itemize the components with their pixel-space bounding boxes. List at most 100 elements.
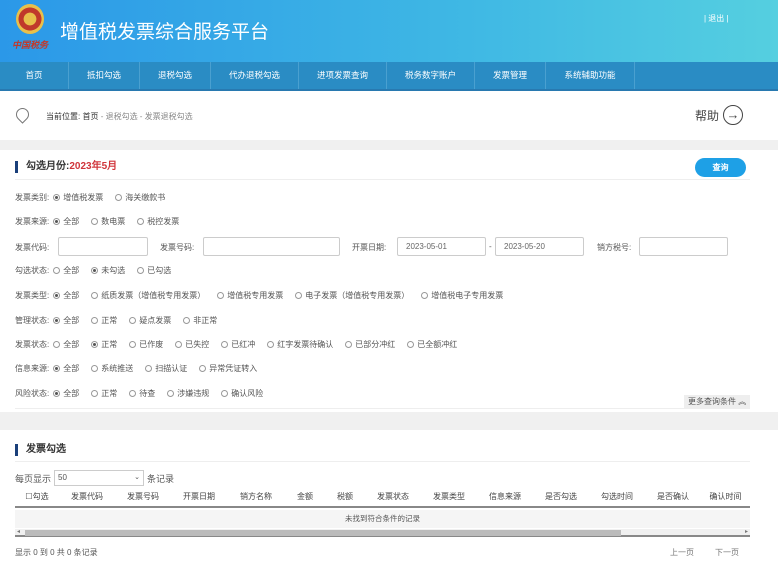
- radio-checked-icon[interactable]: [53, 193, 61, 201]
- info-source-row: 信息来源: 全部 系统推送 扫描认证 异常凭证转入: [15, 361, 269, 375]
- invoice-type-radio[interactable]: 全部: [53, 290, 79, 301]
- nav-system-functions[interactable]: 系统辅助功能: [546, 62, 635, 89]
- invoice-source-radio[interactable]: 全部: [53, 216, 79, 227]
- column-label: 开票日期: [183, 492, 215, 501]
- risk-status-radio[interactable]: 待查: [129, 388, 155, 399]
- invoice-status-radio[interactable]: 已全额冲红: [407, 339, 457, 350]
- manage-status-radio[interactable]: 正常: [91, 315, 117, 326]
- radio-unchecked-icon[interactable]: [199, 364, 207, 372]
- nav-invoice-management[interactable]: 发票管理: [475, 62, 546, 89]
- invoice-status-radio[interactable]: 已失控: [175, 339, 209, 350]
- radio-unchecked-icon[interactable]: [175, 340, 183, 348]
- column-header: 信息来源: [477, 490, 533, 506]
- invoice-status-radio[interactable]: 全部: [53, 339, 79, 350]
- invoice-status-radio[interactable]: 已部分冲红: [345, 339, 395, 350]
- radio-unchecked-icon[interactable]: [183, 316, 191, 324]
- help-button[interactable]: 帮助 →: [695, 105, 744, 125]
- nav-agent-refund-select[interactable]: 代办退税勾选: [211, 62, 299, 89]
- radio-unchecked-icon[interactable]: [91, 316, 99, 324]
- radio-unchecked-icon[interactable]: [53, 266, 61, 274]
- radio-unchecked-icon[interactable]: [421, 291, 429, 299]
- radio-checked-icon[interactable]: [53, 316, 61, 324]
- invoice-status-radio[interactable]: 正常: [91, 339, 117, 350]
- horizontal-scrollbar[interactable]: ◂ ▸: [15, 529, 750, 537]
- radio-unchecked-icon[interactable]: [221, 340, 229, 348]
- info-source-radio[interactable]: 系统推送: [91, 363, 133, 374]
- manage-status-radio[interactable]: 非正常: [183, 315, 217, 326]
- invoice-status-radio[interactable]: 红字发票待确认: [267, 339, 333, 350]
- issue-date-to-input[interactable]: 2023-05-20: [495, 237, 584, 256]
- radio-unchecked-icon[interactable]: [137, 217, 145, 225]
- invoice-number-input[interactable]: [203, 237, 340, 256]
- radio-unchecked-icon[interactable]: [137, 266, 145, 274]
- invoice-source-radio[interactable]: 数电票: [91, 216, 125, 227]
- column-header: 发票类型: [421, 490, 477, 506]
- radio-unchecked-icon[interactable]: [221, 389, 229, 397]
- radio-unchecked-icon[interactable]: [267, 340, 275, 348]
- radio-unchecked-icon[interactable]: [129, 316, 137, 324]
- scroll-right-icon[interactable]: ▸: [745, 528, 748, 535]
- scrollbar-thumb[interactable]: [25, 530, 621, 536]
- radio-checked-icon[interactable]: [91, 266, 99, 274]
- radio-unchecked-icon[interactable]: [295, 291, 303, 299]
- radio-unchecked-icon[interactable]: [129, 340, 137, 348]
- issue-date-from-input[interactable]: 2023-05-01: [397, 237, 486, 256]
- radio-unchecked-icon[interactable]: [345, 340, 353, 348]
- select-status-radio[interactable]: 未勾选: [91, 265, 125, 276]
- info-source-radio[interactable]: 全部: [53, 363, 79, 374]
- risk-status-radio[interactable]: 正常: [91, 388, 117, 399]
- info-source-radio[interactable]: 扫描认证: [145, 363, 187, 374]
- radio-checked-icon[interactable]: [91, 340, 99, 348]
- radio-unchecked-icon[interactable]: [129, 389, 137, 397]
- breadcrumb-home[interactable]: 首页: [82, 112, 98, 121]
- risk-status-radio[interactable]: 涉嫌违规: [167, 388, 209, 399]
- radio-unchecked-icon[interactable]: [115, 193, 123, 201]
- logout-link[interactable]: | 退出 |: [704, 13, 729, 24]
- manage-status-radio[interactable]: 全部: [53, 315, 79, 326]
- manage-status-radio[interactable]: 疑点发票: [129, 315, 171, 326]
- nav-refund-select[interactable]: 退税勾选: [140, 62, 211, 89]
- radio-unchecked-icon[interactable]: [167, 389, 175, 397]
- info-source-radio[interactable]: 异常凭证转入: [199, 363, 257, 374]
- radio-unchecked-icon[interactable]: [91, 217, 99, 225]
- prev-page-button[interactable]: 上一页: [670, 547, 694, 558]
- column-header[interactable]: ☐勾选: [15, 490, 59, 506]
- select-status-radio[interactable]: 全部: [53, 265, 79, 276]
- invoice-type-radio[interactable]: 增值税专用发票: [217, 290, 283, 301]
- radio-unchecked-icon[interactable]: [217, 291, 225, 299]
- more-conditions-toggle[interactable]: 更多查询条件 ︽: [684, 395, 751, 408]
- nav-home[interactable]: 首页: [0, 62, 69, 89]
- query-button[interactable]: 查询: [695, 158, 746, 177]
- invoice-status-radio[interactable]: 已作废: [129, 339, 163, 350]
- invoice-category-radio[interactable]: 增值税发票: [53, 192, 103, 203]
- radio-unchecked-icon[interactable]: [145, 364, 153, 372]
- radio-checked-icon[interactable]: [53, 364, 61, 372]
- radio-unchecked-icon[interactable]: [53, 340, 61, 348]
- page-size-select[interactable]: 50 ⌄: [54, 470, 145, 486]
- risk-status-radio[interactable]: 确认风险: [221, 388, 263, 399]
- nav-tax-digital-account[interactable]: 税务数字账户: [387, 62, 475, 89]
- invoice-category-radio[interactable]: 海关缴款书: [115, 192, 165, 203]
- invoice-type-radio[interactable]: 增值税电子专用发票: [421, 290, 503, 301]
- invoice-type-radio[interactable]: 纸质发票（增值税专用发票）: [91, 290, 205, 301]
- invoice-source-radio[interactable]: 税控发票: [137, 216, 179, 227]
- radio-unchecked-icon[interactable]: [407, 340, 415, 348]
- invoice-code-input[interactable]: [58, 237, 148, 256]
- radio-checked-icon[interactable]: [53, 217, 61, 225]
- next-page-button[interactable]: 下一页: [715, 547, 739, 558]
- nav-deduction-select[interactable]: 抵扣勾选: [69, 62, 140, 89]
- invoice-status-radio[interactable]: 已红冲: [221, 339, 255, 350]
- scroll-left-icon[interactable]: ◂: [17, 528, 20, 535]
- nav-input-invoice-query[interactable]: 进项发票查询: [299, 62, 387, 89]
- risk-status-radio[interactable]: 全部: [53, 388, 79, 399]
- select-status-radio[interactable]: 已勾选: [137, 265, 171, 276]
- radio-unchecked-icon[interactable]: [91, 291, 99, 299]
- breadcrumb: 当前位置: 首页 - 退税勾选 - 发票退税勾选: [46, 111, 193, 122]
- radio-unchecked-icon[interactable]: [91, 389, 99, 397]
- invoice-type-radio[interactable]: 电子发票（增值税专用发票）: [295, 290, 409, 301]
- radio-unchecked-icon[interactable]: [91, 364, 99, 372]
- radio-checked-icon[interactable]: [53, 389, 61, 397]
- seller-tax-id-input[interactable]: [639, 237, 728, 256]
- select-all-checkbox[interactable]: ☐: [25, 492, 32, 501]
- radio-checked-icon[interactable]: [53, 291, 61, 299]
